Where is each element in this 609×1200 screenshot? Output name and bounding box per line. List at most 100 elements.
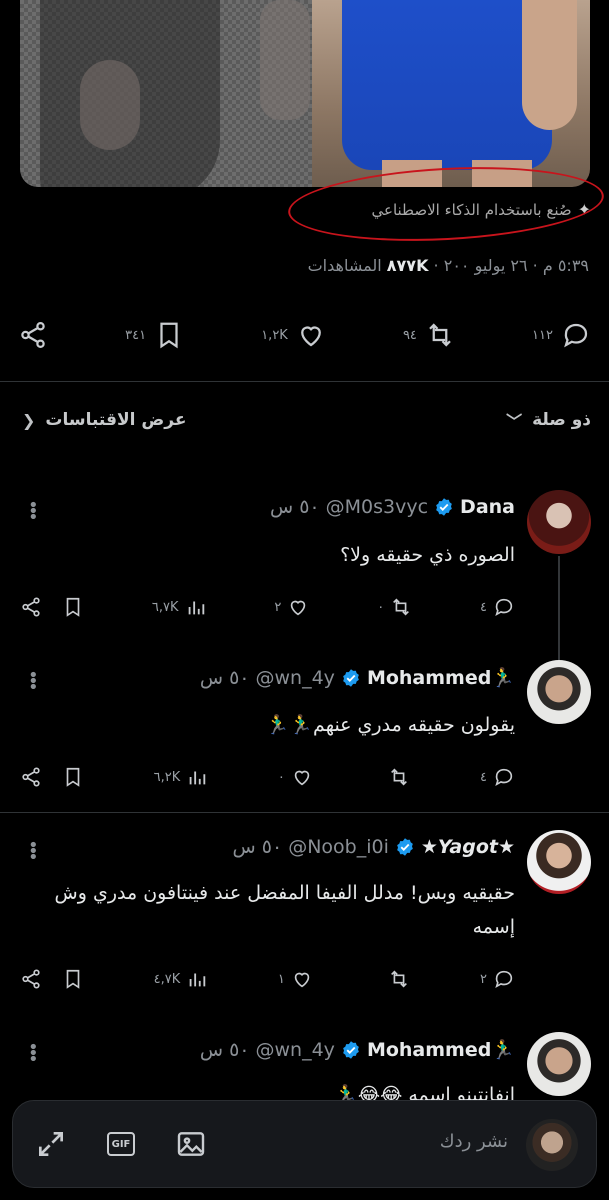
analytics-icon: [188, 601, 204, 615]
post-time: ٥:٣٩ م: [542, 256, 589, 275]
reply-handle[interactable]: @Noob_i0i: [288, 836, 389, 858]
image-icon[interactable]: [175, 1128, 207, 1160]
more-options-icon[interactable]: • • •: [28, 667, 39, 697]
verified-badge-icon: [343, 668, 359, 687]
views-count: ٦,٧K: [151, 599, 179, 615]
like-button[interactable]: ٠: [278, 766, 313, 788]
heart-icon: [294, 972, 310, 988]
reply-icon: [495, 768, 513, 787]
like-button[interactable]: ١: [278, 968, 313, 990]
reply-icon: [564, 323, 588, 348]
views-label: المشاهدات: [307, 256, 382, 275]
views-button[interactable]: ٤,٧K: [154, 968, 209, 990]
reply-time: ٥٠ س: [199, 666, 250, 689]
reply-action-bar: ٤ ٠ ٢ ٦,٧K: [20, 596, 515, 618]
bookmark-button[interactable]: ٣٤١: [125, 320, 184, 350]
reply-button[interactable]: ٤: [480, 766, 515, 788]
repost-button[interactable]: [382, 766, 410, 788]
like-count: ١,٢K: [261, 327, 288, 343]
reply-text: حقيقيه وبس! مدلل الفيفا المفضل عند فينتا…: [54, 882, 515, 938]
reply-handle[interactable]: @wn_4y: [256, 667, 335, 689]
avatar[interactable]: [527, 830, 591, 894]
share-icon[interactable]: [20, 766, 42, 788]
avatar[interactable]: [527, 660, 591, 724]
reply-secondary-actions: [20, 596, 84, 618]
bookmark-icon[interactable]: [62, 968, 84, 990]
share-button[interactable]: [18, 320, 48, 350]
reply-time: ٥٠ س: [269, 496, 320, 518]
gif-icon[interactable]: GIF: [107, 1132, 135, 1156]
views-count: ٨٧٧K: [386, 256, 429, 275]
reply-header: ٥٠ س @wn_4y Mohammed🏃‍♂️: [199, 666, 515, 690]
more-options-icon[interactable]: • • •: [28, 837, 39, 867]
reply-button[interactable]: ١١٢: [532, 320, 591, 350]
more-options-icon[interactable]: • • •: [28, 1039, 39, 1069]
analytics-icon: [189, 771, 206, 785]
post-meta: ٥:٣٩ م · ٢٦ يوليو ٢٠٠ · ٨٧٧K المشاهدات: [307, 256, 589, 275]
divider: [0, 812, 609, 813]
share-icon[interactable]: [20, 596, 42, 618]
verified-badge-icon: [343, 1040, 359, 1059]
ai-label-text: صُنع باستخدام الذكاء الاصطناعي: [371, 200, 572, 219]
share-icon: [21, 322, 45, 348]
sort-label: ذو صلة: [532, 410, 591, 430]
composer-tools: GIF: [35, 1128, 207, 1160]
reply-action-bar: ٢ ١ ٤,٧K: [20, 968, 515, 990]
repost-button[interactable]: [382, 968, 410, 990]
like-count: ١: [277, 971, 285, 987]
post-image[interactable]: [20, 0, 590, 187]
like-count: ٢: [274, 599, 282, 615]
ai-generated-label[interactable]: ✦ صُنع باستخدام الذكاء الاصطناعي: [372, 200, 592, 219]
image-left-half: [20, 0, 312, 187]
repost-icon: [393, 598, 410, 616]
repost-icon: [391, 970, 408, 988]
reply-secondary-actions: [20, 968, 84, 990]
reply-author[interactable]: ★Yagot★: [421, 836, 515, 858]
post-date: ٢٦ يوليو ٢٠٠: [443, 256, 528, 275]
reply-text: الصوره ذي حقيقه ولا؟: [340, 544, 515, 566]
reply-author[interactable]: Mohammed🏃‍♂️: [367, 666, 515, 689]
replies-sort-row: ذو صلة ﹀ عرض الاقتباسات ❮: [22, 408, 591, 432]
reply-composer[interactable]: GIF نشر ردك: [12, 1100, 597, 1188]
reply-handle[interactable]: @M0s3vyc: [326, 496, 428, 518]
bookmark-icon[interactable]: [62, 766, 84, 788]
reply-action-bar: ٤ ٠ ٦,٢K: [20, 766, 515, 788]
like-count: ٠: [277, 769, 285, 785]
thread-line: [558, 556, 560, 660]
reply-time: ٥٠ س: [232, 836, 283, 858]
more-options-icon[interactable]: • • •: [28, 497, 39, 527]
divider: [0, 381, 609, 382]
views-count: ٦,٢K: [153, 769, 181, 785]
reply-button[interactable]: ٢: [480, 968, 515, 990]
share-icon[interactable]: [20, 968, 42, 990]
like-button[interactable]: ١,٢K: [261, 320, 326, 350]
views-button[interactable]: ٦,٢K: [154, 766, 209, 788]
bookmark-icon[interactable]: [62, 596, 84, 618]
reply-header: ٥٠ س @wn_4y Mohammed🏃‍♂️: [200, 1038, 515, 1062]
image-right-half: [312, 0, 590, 187]
repost-button[interactable]: ٩٤: [403, 320, 455, 350]
repost-icon: [391, 768, 408, 786]
reply-count: ٤: [480, 769, 487, 785]
bookmark-icon: [160, 322, 178, 349]
avatar[interactable]: [527, 1032, 591, 1096]
sparkle-icon: ✦: [577, 200, 591, 219]
views-button[interactable]: ٦,٧K: [152, 596, 207, 618]
chevron-left-icon: ❮: [22, 410, 36, 430]
sort-dropdown[interactable]: ذو صلة ﹀: [506, 408, 591, 432]
reply-button[interactable]: ٤: [480, 596, 515, 618]
repost-button[interactable]: ٠: [377, 596, 412, 618]
repost-icon: [429, 323, 451, 347]
reply-author[interactable]: Mohammed🏃‍♂️: [367, 1038, 515, 1061]
view-quotes-link[interactable]: عرض الاقتباسات ❮: [22, 410, 186, 430]
view-quotes-label: عرض الاقتباسات: [45, 410, 187, 430]
reply-author[interactable]: Dana: [460, 496, 515, 518]
reply-handle[interactable]: @wn_4y: [256, 1039, 335, 1061]
reply-header: ٥٠ س @Noob_i0i ★Yagot★: [233, 836, 515, 858]
like-button[interactable]: ٢: [274, 596, 309, 618]
reply-input[interactable]: نشر ردك: [440, 1131, 508, 1152]
reply-count: ١١٢: [532, 327, 553, 343]
heart-icon: [291, 600, 306, 616]
expand-icon[interactable]: [35, 1128, 67, 1160]
avatar[interactable]: [527, 490, 591, 554]
